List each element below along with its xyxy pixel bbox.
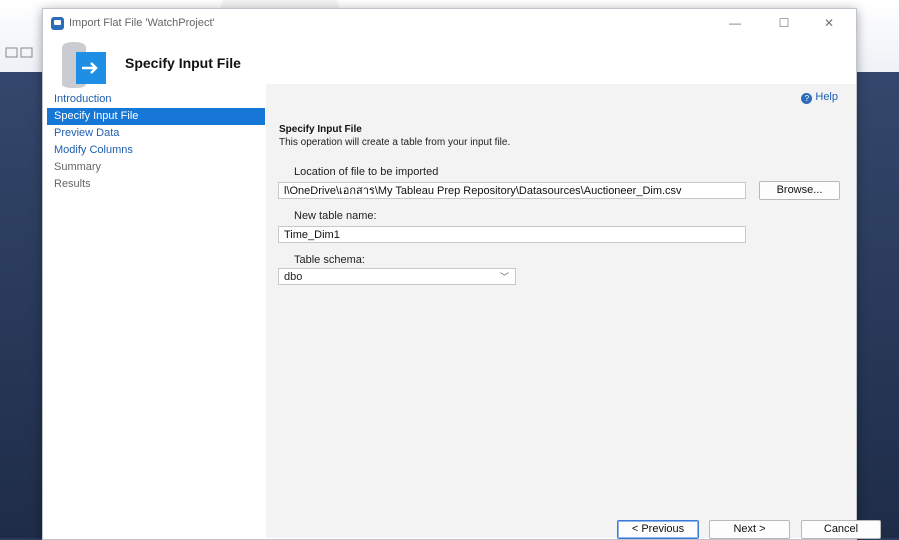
help-icon: ? (801, 93, 813, 104)
background-toolbar-icons (5, 45, 35, 64)
nav-item-preview-data[interactable]: Preview Data (47, 125, 265, 142)
section-title: Specify Input File (279, 124, 362, 135)
previous-button[interactable]: < Previous (617, 520, 699, 539)
wizard-content: ? Help Specify Input File This operation … (266, 84, 881, 539)
nav-item-summary: Summary (54, 161, 102, 173)
help-label: Help (815, 91, 838, 103)
minimize-button[interactable]: — (720, 13, 750, 33)
file-location-label: Location of file to be imported (294, 166, 439, 178)
section-description: This operation will create a table from … (279, 137, 511, 148)
close-button[interactable]: ✕ (814, 13, 844, 33)
page-title: Specify Input File (125, 55, 241, 71)
window-title: Import Flat File 'WatchProject' (69, 17, 215, 29)
nav-item-introduction[interactable]: Introduction (47, 91, 265, 108)
cancel-button[interactable]: Cancel (801, 520, 881, 539)
import-flat-file-dialog: Import Flat File 'WatchProject' — ☐ ✕ Sp… (42, 8, 881, 540)
next-button[interactable]: Next > (709, 520, 790, 539)
nav-item-results: Results (54, 178, 91, 190)
maximize-button[interactable]: ☐ (769, 13, 799, 33)
browse-button[interactable]: Browse... (759, 181, 840, 200)
nav-item-specify-input-file[interactable]: Specify Input File (47, 108, 265, 125)
table-schema-label: Table schema: (294, 254, 365, 266)
table-name-input[interactable]: Time_Dim1 (278, 226, 746, 243)
file-path-input[interactable]: l\OneDrive\เอกสาร\My Tableau Prep Reposi… (278, 182, 746, 199)
help-link[interactable]: ? Help (801, 91, 838, 104)
wizard-header: Specify Input File (43, 37, 856, 91)
table-name-label: New table name: (294, 210, 377, 222)
table-schema-select[interactable]: dbo ﹀ (278, 268, 516, 285)
wizard-nav: Introduction Specify Input File Preview … (47, 91, 265, 538)
background-icon (5, 47, 33, 58)
title-bar[interactable]: Import Flat File 'WatchProject' — ☐ ✕ (43, 9, 856, 37)
chevron-down-icon: ﹀ (499, 272, 509, 282)
database-import-icon (62, 42, 106, 88)
table-schema-value: dbo (284, 271, 303, 283)
nav-item-modify-columns[interactable]: Modify Columns (47, 142, 265, 159)
app-icon (51, 17, 64, 30)
